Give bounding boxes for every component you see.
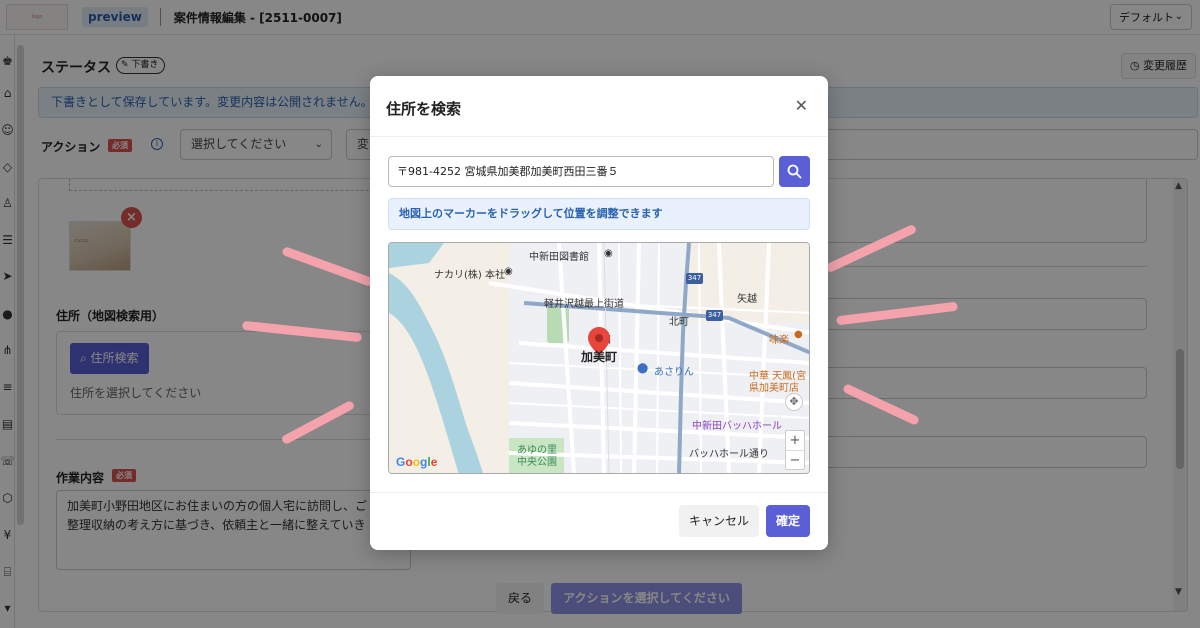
map-label-asarin: あさりん: [654, 367, 694, 378]
route-347-sign: 347: [686, 273, 703, 284]
drag-hint-banner: 地図上のマーカーをドラッグして位置を調整できます: [388, 198, 810, 230]
modal-title: 住所を検索: [386, 100, 462, 118]
zoom-control: + −: [785, 430, 805, 470]
map-label-bach-street: バッハホール通り: [689, 449, 769, 460]
map-label-kaido: 軽井沢越最上街道: [544, 299, 624, 310]
map-label-kamimachi: 加美町: [581, 350, 618, 364]
confirm-button[interactable]: 確定: [766, 505, 810, 537]
map-label-library: 中新田図書館: [529, 252, 589, 263]
lock-pin-icon: ⬤: [637, 363, 649, 374]
map-label-chuka-2: 県加美町店: [749, 383, 799, 394]
search-button[interactable]: [779, 156, 810, 187]
map-label-mirai: 味楽: [769, 335, 789, 346]
google-logo: Google: [396, 455, 438, 469]
recenter-icon[interactable]: ✥: [785, 393, 803, 411]
poi-pin-icon: ◉: [504, 266, 513, 277]
map-label-bach-hall: 中新田バッハホール: [692, 421, 782, 432]
map-label-kitamachi: 北町: [669, 317, 689, 328]
map-view[interactable]: 347 347 中新田図書館 ◉ ナカリ(株) 本社 ◉ 軽井沢越最上街道 矢越…: [388, 242, 810, 474]
modal-divider: [370, 136, 828, 137]
cancel-button[interactable]: キャンセル: [679, 505, 759, 537]
address-input[interactable]: 〒981-4252 宮城県加美郡加美町西田三番５: [388, 156, 774, 187]
close-icon[interactable]: ✕: [795, 96, 808, 115]
address-search-modal: 住所を検索 ✕ 〒981-4252 宮城県加美郡加美町西田三番５ 地図上のマーカ…: [370, 76, 828, 550]
library-pin-icon: ◉: [604, 248, 613, 259]
map-label-nakari: ナカリ(株) 本社: [434, 270, 505, 281]
restaurant-pin-icon: ●: [794, 329, 803, 340]
search-icon: [787, 164, 802, 179]
map-label-park-2: 中央公園: [517, 457, 557, 468]
map-label-yagoshi: 矢越: [737, 294, 757, 305]
zoom-out-button[interactable]: −: [786, 451, 804, 470]
zoom-in-button[interactable]: +: [786, 431, 804, 450]
route-347-sign: 347: [706, 310, 723, 321]
modal-divider: [370, 492, 828, 493]
